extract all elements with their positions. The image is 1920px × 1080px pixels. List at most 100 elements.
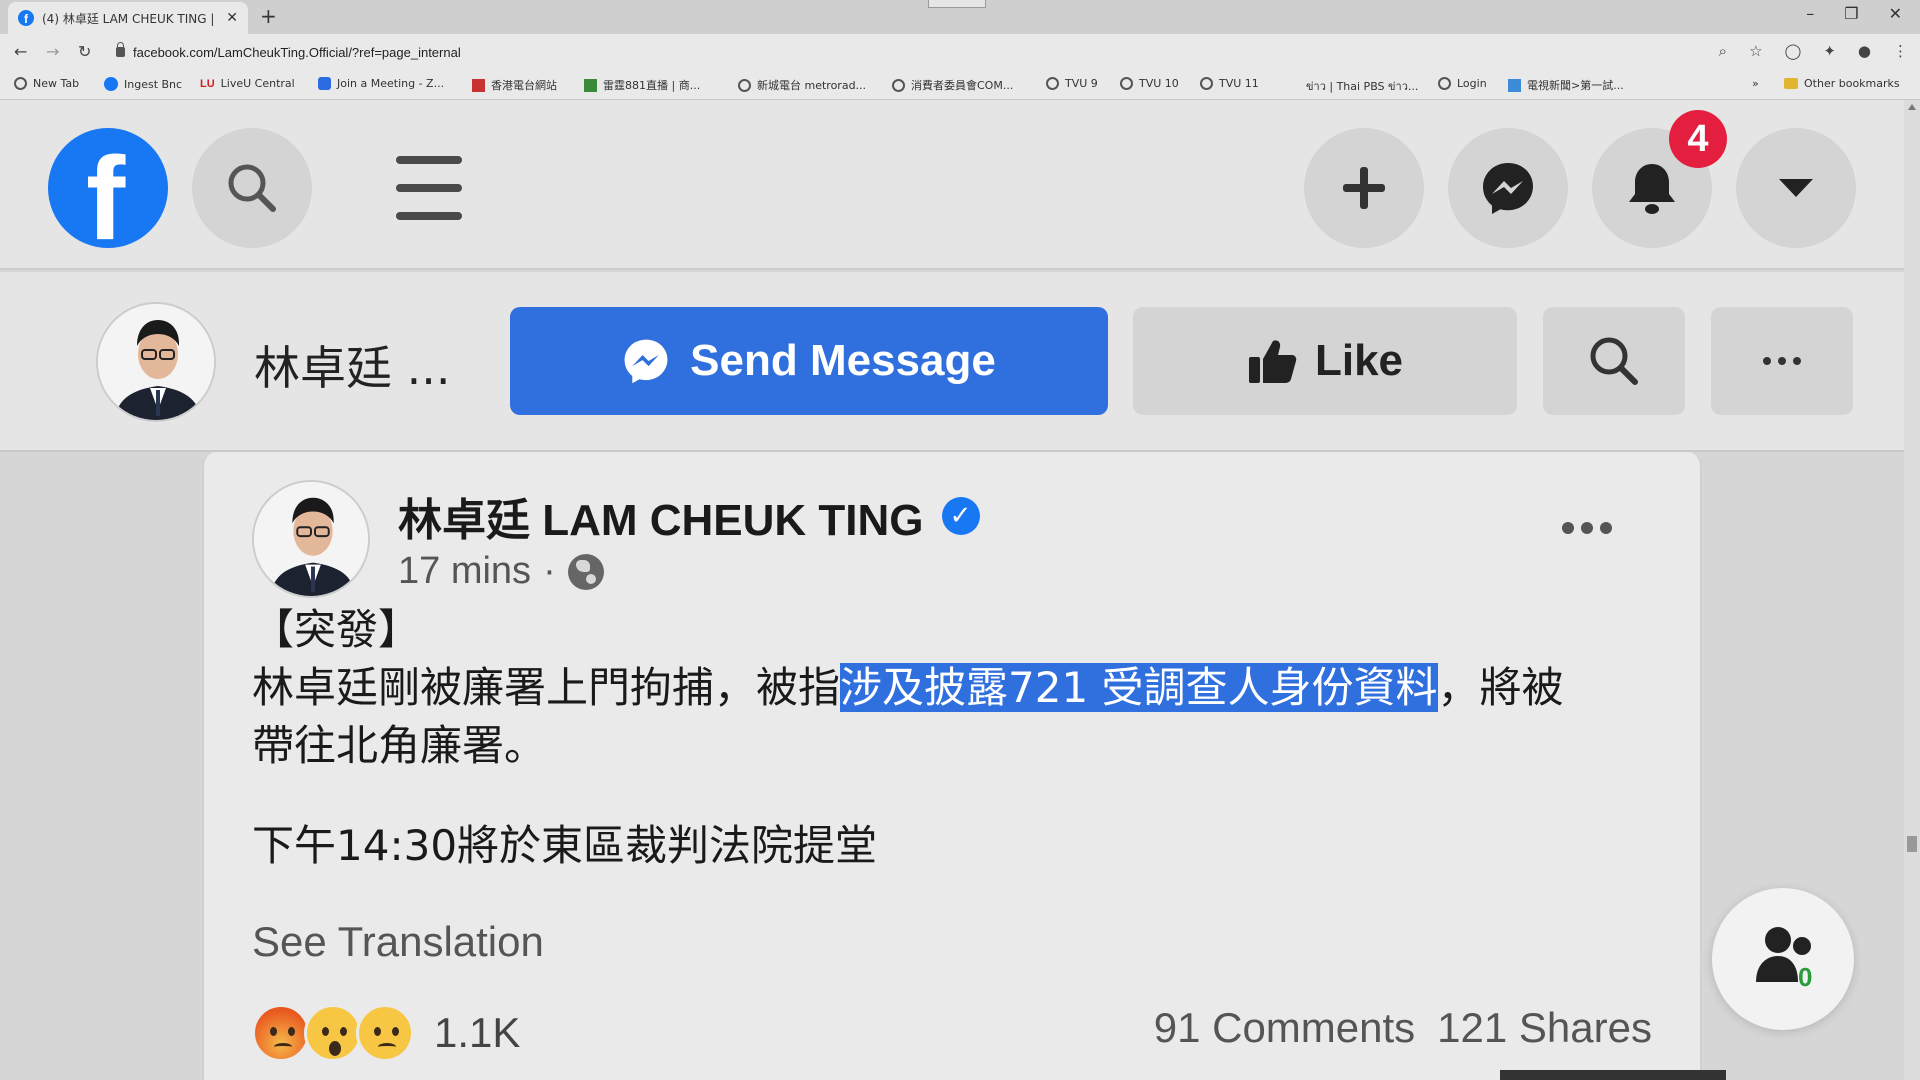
people-icon	[1756, 927, 1811, 982]
bookmark-label: New Tab	[33, 77, 80, 90]
more-bookmarks-button[interactable]: »	[1752, 77, 1759, 90]
bookmark-item[interactable]: 雷霆881直播 | 商...	[584, 77, 700, 93]
extension-circle-icon[interactable]: ◯	[1785, 42, 1802, 60]
search-icon	[228, 164, 276, 212]
bookmark-item[interactable]: TVU 9	[1046, 77, 1098, 90]
sad-reaction-icon	[356, 1004, 414, 1062]
bookmark-label: Other bookmarks	[1804, 77, 1900, 90]
lock-icon	[116, 42, 125, 57]
bookmark-label: Join a Meeting - Z...	[337, 77, 445, 90]
bookmark-item[interactable]: 新城電台 metrorad...	[738, 77, 866, 93]
see-translation-link[interactable]: See Translation	[252, 918, 544, 966]
bookmark-item[interactable]: 電視新聞>第一試...	[1508, 77, 1624, 93]
scroll-up-arrow-icon[interactable]	[1908, 104, 1916, 110]
globe-icon	[1046, 77, 1059, 90]
post-stats: 91 Comments 121 Shares	[1154, 1004, 1652, 1052]
wow-reaction-icon	[304, 1004, 362, 1062]
globe-icon	[1120, 77, 1133, 90]
globe-icon	[567, 553, 604, 590]
post-time[interactable]: 17 mins	[398, 550, 531, 593]
globe-icon	[892, 78, 905, 92]
address-bar[interactable]: facebook.com/LamCheukTing.Official/?ref=…	[108, 39, 1788, 65]
post-text-segment: 林卓廷剛被廉署上門拘捕，被指	[252, 663, 841, 712]
selected-text: 涉及披露721 受調查人身份資料	[840, 663, 1438, 712]
scrollbar-thumb[interactable]	[1907, 836, 1917, 852]
toolbar-icons: ⌕ ☆ ◯ ✦ ● ⋮	[1719, 42, 1908, 60]
new-tab-button[interactable]: +	[260, 4, 277, 28]
search-button[interactable]	[192, 128, 312, 248]
window-controls: – ❐ ✕	[1806, 4, 1902, 23]
page-scrollbar[interactable]	[1904, 100, 1920, 1080]
bookmark-label: ข่าว | Thai PBS ข่าว...	[1306, 80, 1419, 93]
like-page-button[interactable]: Like	[1133, 307, 1517, 415]
post-meta: 17 mins ·	[398, 550, 604, 593]
bookmark-label: TVU 11	[1219, 77, 1259, 90]
bookmark-item[interactable]: LU LiveU Central	[200, 77, 295, 90]
drive-icon	[1508, 78, 1521, 92]
bookmark-item[interactable]: Ingest Bnc	[104, 77, 182, 91]
bookmark-item[interactable]: New Tab	[14, 77, 79, 90]
globe-icon	[1200, 77, 1213, 90]
send-message-button[interactable]: Send Message	[510, 307, 1108, 415]
page-more-button[interactable]	[1711, 307, 1853, 415]
bookmark-label: 消費者委員會COM...	[911, 79, 1014, 92]
messenger-button[interactable]	[1448, 128, 1568, 248]
shares-count[interactable]: 121 Shares	[1437, 1004, 1652, 1052]
bookmark-item[interactable]: Login	[1438, 77, 1487, 90]
browser-tab[interactable]: f (4) 林卓廷 LAM CHEUK TING | F ✕	[8, 2, 248, 34]
restore-button[interactable]: ❐	[1844, 4, 1858, 23]
send-message-label: Send Message	[690, 336, 996, 385]
bookmark-star-icon[interactable]: ☆	[1749, 42, 1762, 60]
bookmark-label: LiveU Central	[220, 77, 295, 90]
page-avatar[interactable]	[96, 302, 216, 422]
facebook-logo-letter: f	[86, 133, 126, 248]
bookmark-item[interactable]: 香港電台網站	[472, 77, 557, 93]
notification-badge: 4	[1669, 110, 1727, 168]
bookmark-label: Ingest Bnc	[124, 77, 183, 91]
bookmark-item[interactable]: ข่าว | Thai PBS ข่าว...	[1306, 77, 1418, 95]
bookmark-label: Login	[1457, 77, 1487, 90]
post-text-segment: ，將被	[1437, 663, 1564, 712]
reload-icon[interactable]: ↻	[78, 42, 91, 61]
messenger-icon	[1483, 163, 1533, 214]
bookmark-label: 新城電台 metrorad...	[757, 79, 867, 92]
minimize-button[interactable]: –	[1806, 4, 1814, 23]
back-arrow-icon[interactable]: ←	[14, 42, 27, 61]
post-author-avatar[interactable]	[252, 480, 370, 598]
menu-hamburger-icon[interactable]	[396, 156, 462, 220]
bookmark-item[interactable]: 消費者委員會COM...	[892, 77, 1013, 93]
comments-count[interactable]: 91 Comments	[1154, 1004, 1415, 1052]
tab-close-icon[interactable]: ✕	[226, 10, 238, 26]
bottom-edge-bar	[1500, 1070, 1726, 1080]
close-window-button[interactable]: ✕	[1889, 4, 1902, 23]
facebook-logo[interactable]: f	[48, 128, 168, 248]
post-author[interactable]: 林卓廷 LAM CHEUK TING ✓	[398, 484, 980, 548]
extensions-puzzle-icon[interactable]: ✦	[1823, 42, 1836, 60]
create-button[interactable]	[1304, 128, 1424, 248]
page-search-button[interactable]	[1543, 307, 1685, 415]
profile-photo	[98, 304, 214, 420]
reaction-count: 1.1K	[434, 1009, 521, 1056]
tab-title: (4) 林卓廷 LAM CHEUK TING | F	[42, 11, 219, 26]
bookmarks-bar: New Tab Ingest Bnc LU LiveU Central Join …	[0, 70, 1920, 100]
bookmark-label: 電視新聞>第一試...	[1527, 79, 1624, 92]
bell-icon	[1629, 164, 1675, 214]
account-menu-button[interactable]	[1736, 128, 1856, 248]
bookmark-item[interactable]: TVU 11	[1200, 77, 1259, 90]
reactions-summary[interactable]: 1.1K	[252, 1004, 520, 1062]
url-text[interactable]: facebook.com/LamCheukTing.Official/?ref=…	[133, 45, 461, 60]
angry-reaction-icon	[252, 1004, 310, 1062]
globe-icon	[1438, 77, 1451, 90]
plus-icon	[1343, 167, 1385, 209]
messenger-icon	[624, 339, 668, 384]
post-author-name[interactable]: 林卓廷 LAM CHEUK TING	[398, 484, 924, 548]
post-options-icon[interactable]	[1562, 522, 1612, 534]
bookmark-item[interactable]: TVU 10	[1120, 77, 1179, 90]
zoom-icon[interactable]: ⌕	[1719, 42, 1727, 60]
contacts-floating-button[interactable]: 0	[1712, 888, 1854, 1030]
kebab-menu-icon[interactable]: ⋮	[1893, 42, 1908, 60]
bookmark-item[interactable]: Join a Meeting - Z...	[318, 77, 444, 90]
other-bookmarks-folder[interactable]: Other bookmarks	[1784, 77, 1900, 90]
profile-icon[interactable]: ●	[1858, 42, 1871, 60]
forward-arrow-icon[interactable]: →	[46, 42, 59, 61]
